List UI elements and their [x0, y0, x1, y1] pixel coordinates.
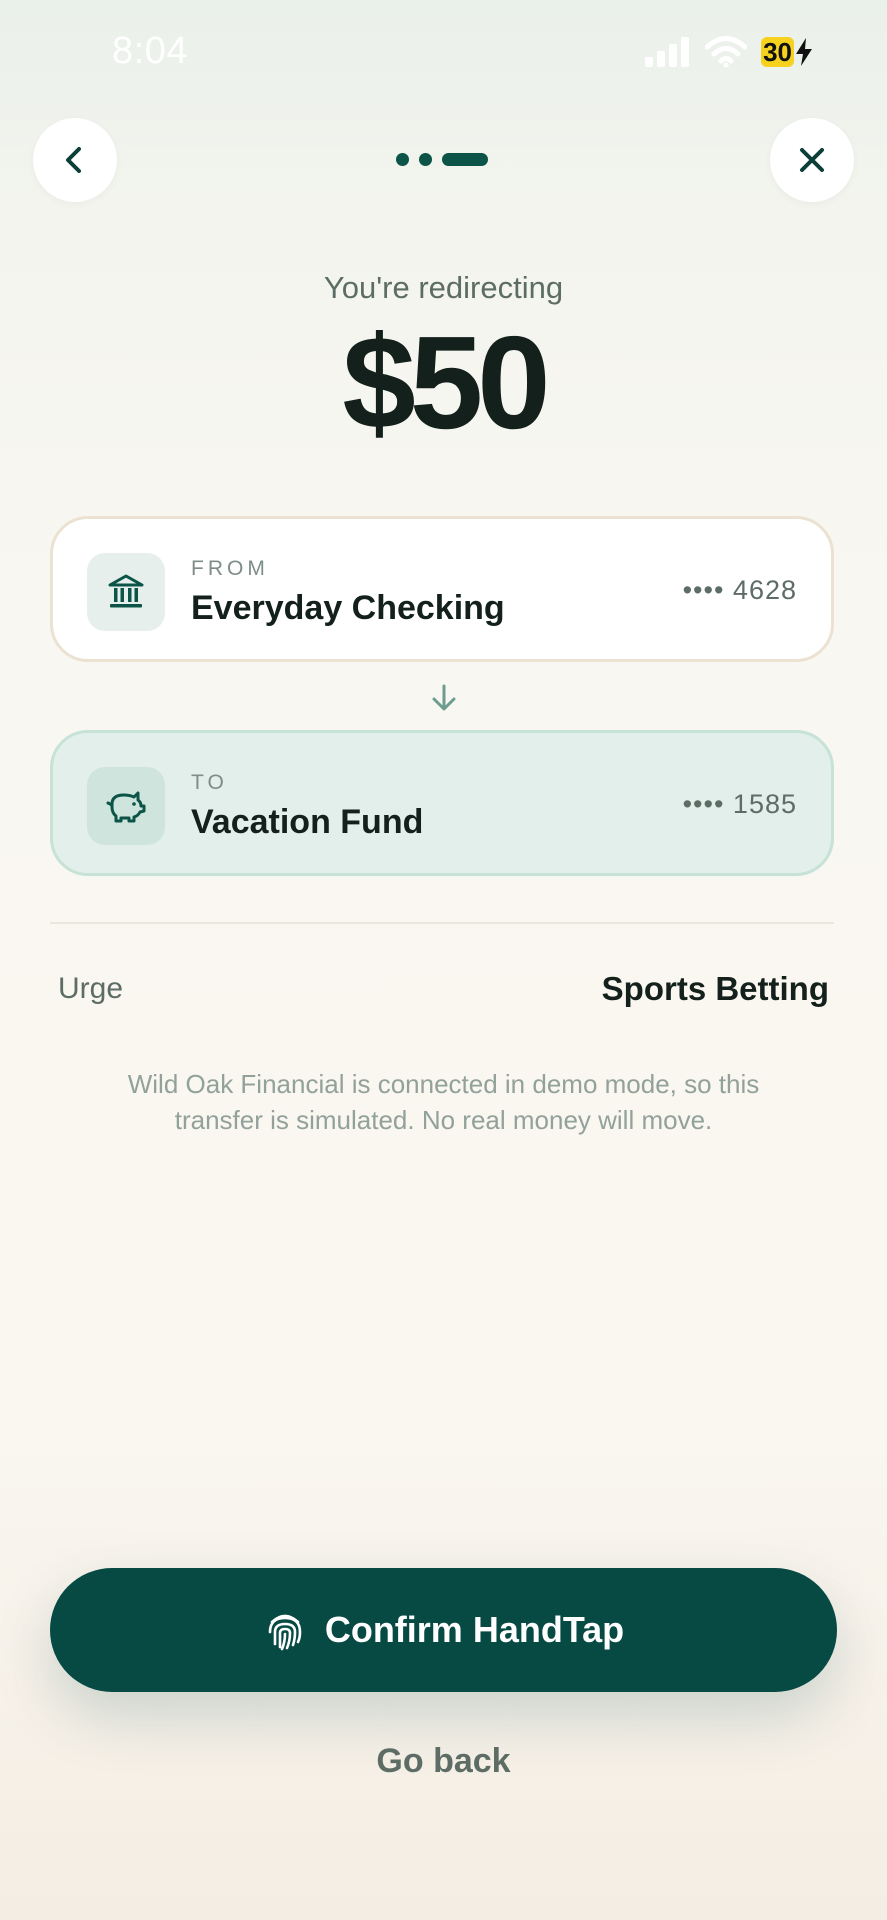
back-button[interactable]: [33, 118, 117, 202]
from-account-name: Everyday Checking: [191, 589, 505, 627]
confirm-button-label: Confirm HandTap: [324, 1609, 625, 1650]
to-account-name: Vacation Fund: [191, 803, 424, 841]
chevron-left-icon: [66, 147, 81, 173]
urge-value: Sports Betting: [601, 970, 829, 1007]
bank-icon: [108, 574, 144, 608]
to-label: TO: [191, 771, 228, 794]
to-account-number: •••• 1585: [682, 789, 797, 819]
piggy-bank-icon: [106, 791, 146, 823]
from-account-card[interactable]: FROM Everyday Checking •••• 4628: [50, 516, 834, 662]
close-icon: [800, 148, 824, 172]
fingerprint-icon: [268, 1614, 302, 1651]
progress-stepper: [396, 152, 488, 166]
go-back-link[interactable]: Go back: [0, 1742, 887, 1781]
from-account-number: •••• 4628: [682, 575, 797, 605]
redirect-subtitle: You're redirecting: [323, 270, 564, 305]
signal-icon: [645, 37, 690, 67]
status-time: 8:04: [112, 30, 188, 72]
from-account-icon: [87, 553, 165, 631]
battery-indicator: 30: [761, 35, 813, 69]
close-button[interactable]: [770, 118, 854, 202]
step-indicator-3-active: [442, 152, 488, 166]
wifi-icon: [705, 36, 748, 68]
urge-label: Urge: [58, 972, 124, 1005]
transfer-amount: $50: [342, 309, 550, 456]
transfer-direction-arrow: [428, 682, 460, 719]
to-account-card[interactable]: TO Vacation Fund •••• 1585: [50, 730, 834, 876]
from-label: FROM: [191, 557, 269, 580]
charging-bolt-icon: [796, 38, 812, 66]
to-account-icon: [87, 767, 165, 845]
confirm-handtap-button[interactable]: Confirm HandTap: [50, 1568, 837, 1692]
demo-mode-note: Wild Oak Financial is connected in demo …: [127, 1069, 760, 1135]
step-indicator-1: [396, 152, 409, 166]
section-divider: [50, 922, 834, 924]
step-indicator-2: [419, 152, 432, 166]
battery-level: 30: [761, 37, 794, 67]
arrow-down-icon: [432, 684, 456, 711]
status-indicators: 30: [645, 34, 813, 70]
